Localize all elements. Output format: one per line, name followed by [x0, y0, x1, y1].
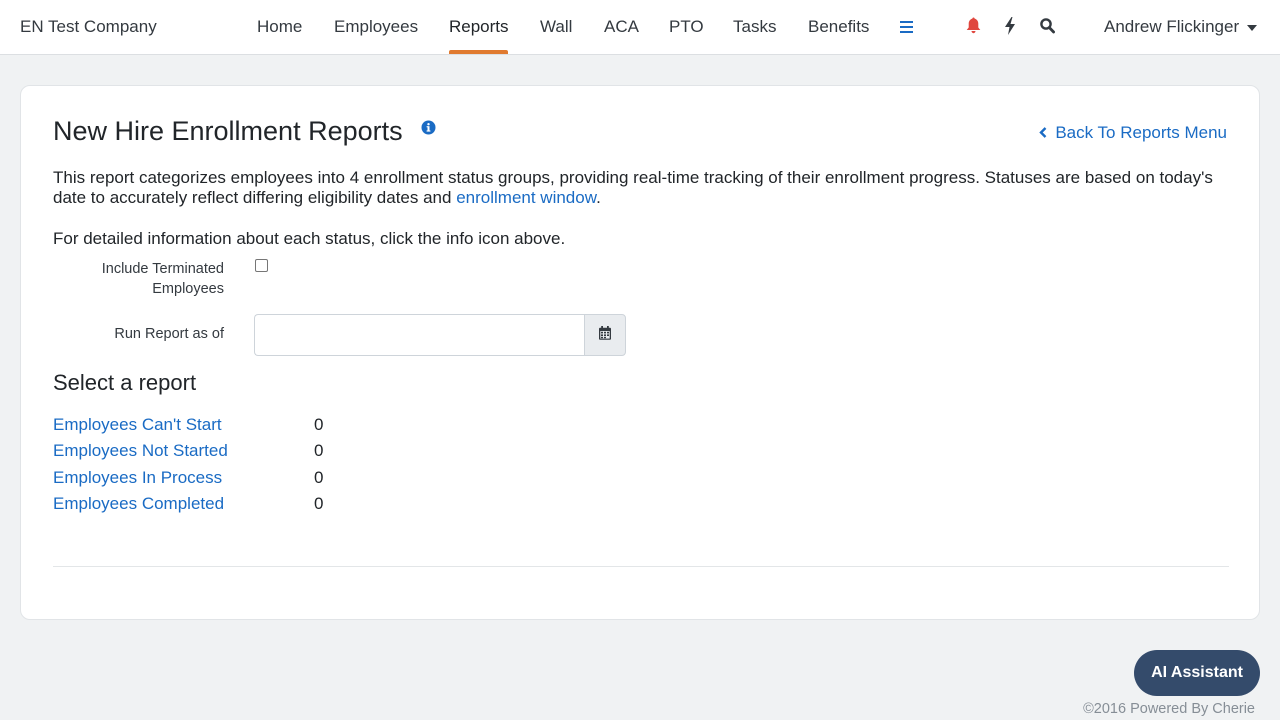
divider — [53, 566, 1229, 567]
report-link-cant-start[interactable]: Employees Can't Start — [53, 415, 222, 435]
report-row: Employees Completed 0 — [53, 494, 353, 518]
calendar-button[interactable] — [584, 314, 626, 356]
run-report-date-input[interactable] — [254, 314, 585, 356]
page-title: New Hire Enrollment Reports — [53, 116, 403, 146]
report-row: Employees Can't Start 0 — [53, 415, 353, 439]
info-icon[interactable] — [421, 120, 436, 140]
include-terminated-checkbox[interactable] — [255, 259, 268, 272]
report-count: 0 — [314, 415, 324, 434]
nav-benefits[interactable]: Benefits — [808, 17, 869, 37]
report-row: Employees In Process 0 — [53, 468, 353, 492]
back-to-reports-link[interactable]: Back To Reports Menu — [1039, 123, 1227, 143]
select-report-heading: Select a report — [53, 370, 197, 395]
company-name[interactable]: EN Test Company — [20, 17, 157, 37]
bolt-icon[interactable] — [1004, 17, 1016, 40]
report-card: New Hire Enrollment Reports Back To Repo… — [20, 85, 1260, 620]
calendar-icon — [599, 325, 611, 345]
description-text: This report categorizes employees into 4… — [53, 168, 1213, 207]
report-count: 0 — [314, 441, 324, 460]
back-link-label: Back To Reports Menu — [1055, 123, 1227, 142]
user-menu-caret-icon[interactable] — [1247, 25, 1257, 31]
search-icon[interactable] — [1040, 18, 1056, 39]
run-report-as-of-label: Run Report as of — [114, 326, 224, 342]
footer-copyright: ©2016 Powered By Cherie — [1083, 701, 1255, 717]
report-count: 0 — [314, 494, 324, 513]
bell-icon[interactable] — [966, 17, 981, 39]
nav-reports[interactable]: Reports — [449, 17, 509, 37]
nav-pto[interactable]: PTO — [669, 17, 704, 37]
nav-employees[interactable]: Employees — [334, 17, 418, 37]
top-navbar: EN Test Company Home Employees Reports W… — [0, 0, 1280, 55]
active-nav-indicator — [449, 50, 508, 54]
report-link-completed[interactable]: Employees Completed — [53, 494, 224, 514]
report-count: 0 — [314, 468, 324, 487]
report-link-in-process[interactable]: Employees In Process — [53, 468, 222, 488]
status-info-note: For detailed information about each stat… — [53, 229, 566, 248]
description-end: . — [596, 188, 601, 207]
ai-assistant-button[interactable]: AI Assistant — [1134, 650, 1260, 696]
chevron-left-icon — [1039, 123, 1047, 143]
include-terminated-label: Include Terminated Employees — [101, 261, 224, 297]
nav-wall[interactable]: Wall — [540, 17, 572, 37]
nav-tasks[interactable]: Tasks — [733, 17, 776, 37]
nav-aca[interactable]: ACA — [604, 17, 639, 37]
enrollment-window-link[interactable]: enrollment window — [456, 188, 596, 207]
hamburger-menu-icon[interactable] — [900, 20, 914, 39]
report-link-not-started[interactable]: Employees Not Started — [53, 441, 228, 461]
report-row: Employees Not Started 0 — [53, 441, 353, 465]
user-menu[interactable]: Andrew Flickinger — [1104, 17, 1239, 37]
nav-home[interactable]: Home — [257, 17, 302, 37]
report-description: This report categorizes employees into 4… — [53, 168, 1229, 208]
